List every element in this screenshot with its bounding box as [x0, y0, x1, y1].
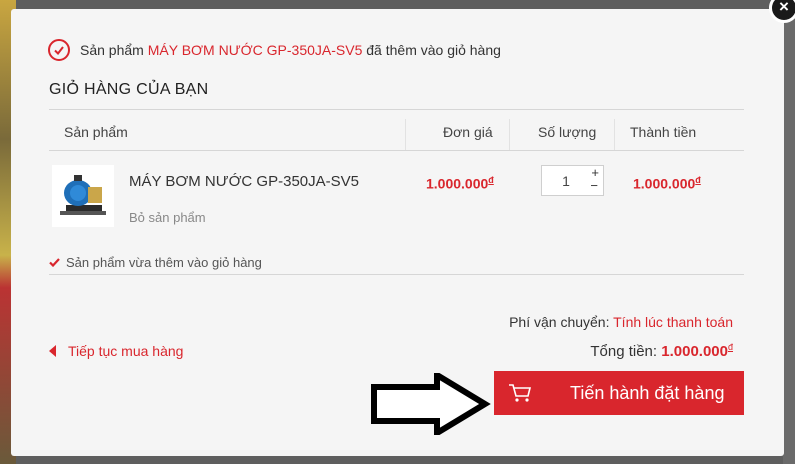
- notice-suffix: đã thêm vào giỏ hàng: [366, 42, 501, 58]
- notice-product-name: MÁY BƠM NƯỚC GP-350JA-SV5: [147, 42, 363, 58]
- line-subtotal: 1.000.000đ: [633, 175, 701, 192]
- added-notice: Sản phẩm MÁY BƠM NƯỚC GP-350JA-SV5 đã th…: [48, 39, 501, 61]
- order-total: Tổng tiền: 1.000.000đ: [590, 342, 733, 360]
- currency-symbol: đ: [727, 342, 733, 352]
- checkout-button[interactable]: Tiến hành đặt hàng: [494, 371, 744, 415]
- arrow-right-icon: [371, 369, 491, 439]
- column-header-unit-price: Đơn giá: [443, 124, 493, 140]
- quantity-stepper[interactable]: 1 + −: [541, 165, 604, 196]
- total-label: Tổng tiền:: [590, 343, 658, 360]
- product-thumbnail[interactable]: [52, 165, 114, 227]
- column-separator: [509, 119, 510, 151]
- continue-shopping-label: Tiếp tục mua hàng: [68, 343, 184, 359]
- column-header-quantity: Số lượng: [538, 124, 597, 140]
- remove-product-link[interactable]: Bỏ sản phẩm: [129, 210, 206, 225]
- cart-icon: [509, 384, 532, 402]
- check-circle-icon: [48, 39, 70, 61]
- currency-symbol: đ: [488, 175, 494, 185]
- notice-prefix: Sản phẩm: [80, 42, 144, 58]
- page-background-right: [783, 0, 795, 464]
- continue-shopping-link[interactable]: Tiếp tục mua hàng: [49, 343, 183, 359]
- shipping-label: Phí vận chuyển:: [509, 314, 610, 330]
- total-value: 1.000.000: [661, 343, 728, 360]
- divider: [49, 274, 744, 275]
- product-name-link[interactable]: MÁY BƠM NƯỚC GP-350JA-SV5: [129, 173, 359, 190]
- just-added-note: Sản phẩm vừa thêm vào giỏ hàng: [49, 255, 262, 270]
- cart-modal: Sản phẩm MÁY BƠM NƯỚC GP-350JA-SV5 đã th…: [11, 9, 784, 456]
- currency-symbol: đ: [695, 175, 701, 185]
- shipping-fee: Phí vận chuyển: Tính lúc thanh toán: [509, 314, 733, 330]
- divider: [49, 109, 744, 110]
- column-header-subtotal: Thành tiền: [630, 124, 697, 140]
- checkout-label: Tiến hành đặt hàng: [570, 382, 725, 403]
- divider: [49, 150, 744, 151]
- shipping-value: Tính lúc thanh toán: [613, 314, 733, 330]
- column-separator: [405, 119, 406, 151]
- cart-title: GIỎ HÀNG CỦA BẠN: [49, 81, 209, 98]
- caret-left-icon: [49, 345, 56, 357]
- column-separator: [614, 119, 615, 151]
- subtotal-value: 1.000.000: [633, 175, 696, 192]
- checkmark-icon: [49, 256, 60, 270]
- column-header-product: Sản phẩm: [64, 124, 128, 140]
- quantity-input[interactable]: 1: [542, 173, 590, 189]
- unit-price: 1.000.000đ: [426, 175, 494, 192]
- unit-price-value: 1.000.000: [426, 175, 489, 192]
- quantity-decrease-button[interactable]: −: [590, 178, 598, 193]
- just-added-text: Sản phẩm vừa thêm vào giỏ hàng: [66, 255, 262, 270]
